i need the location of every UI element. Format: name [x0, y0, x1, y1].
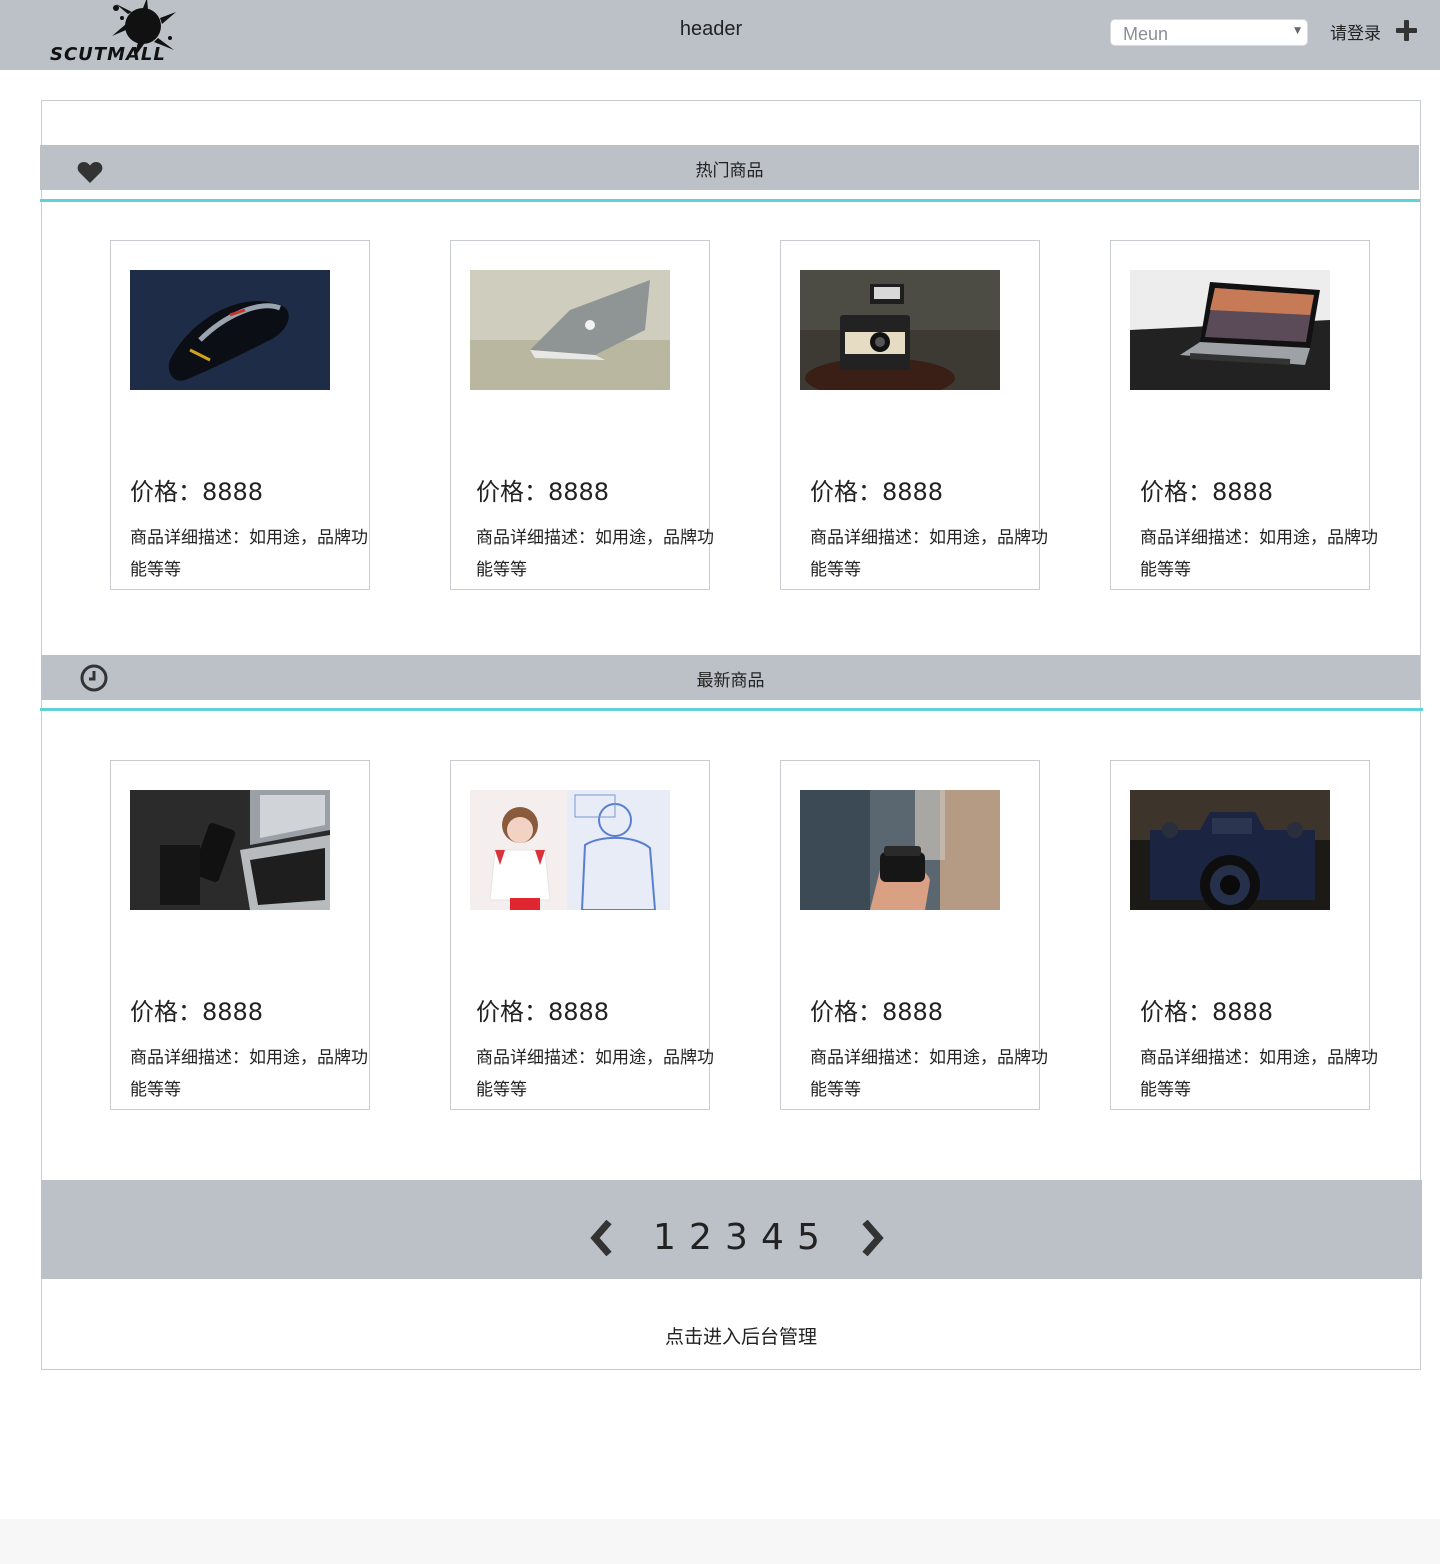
- product-image-mirrorless-camera[interactable]: [1130, 790, 1330, 910]
- product-image-laptop[interactable]: [470, 270, 670, 390]
- product-description: 商品详细描述：如用途，品牌功能等等: [810, 528, 1048, 580]
- chevron-left-icon[interactable]: [589, 1220, 615, 1256]
- product-price: 价格：8888: [810, 998, 944, 1026]
- product-description: 商品详细描述：如用途，品牌功能等等: [1140, 528, 1378, 580]
- new-section-header: 最新商品: [41, 655, 1420, 700]
- product-image-camera-lens[interactable]: [800, 790, 1000, 910]
- page-2-link[interactable]: 2: [689, 1217, 712, 1258]
- top-header-bar: SCUTMALL header Meun ▼ 请登录: [0, 0, 1440, 70]
- new-section-divider: [40, 708, 1423, 711]
- hot-section-title: 热门商品: [695, 161, 764, 181]
- product-price: 价格：8888: [810, 478, 944, 506]
- page-4-link[interactable]: 4: [761, 1217, 784, 1258]
- product-description: 商品详细描述：如用途，品牌功能等等: [476, 528, 714, 580]
- product-description: 商品详细描述：如用途，品牌功能等等: [130, 528, 368, 580]
- product-image-illustration[interactable]: [470, 790, 670, 910]
- product-price: 价格：8888: [476, 478, 610, 506]
- product-card[interactable]: 价格：8888 商品详细描述：如用途，品牌功能等等: [110, 240, 370, 590]
- product-image-laptop-on-table[interactable]: [1130, 270, 1330, 390]
- product-description: 商品详细描述：如用途，品牌功能等等: [476, 1048, 714, 1100]
- hot-section-divider: [40, 199, 1420, 202]
- product-card[interactable]: 价格：8888 商品详细描述：如用途，品牌功能等等: [450, 760, 714, 1110]
- product-description: 商品详细描述：如用途，品牌功能等等: [130, 1048, 368, 1100]
- page-footer: [0, 1519, 1440, 1564]
- login-link[interactable]: 请登录: [1330, 19, 1381, 44]
- product-image-instant-camera[interactable]: [800, 270, 1000, 390]
- admin-entry-link[interactable]: 点击进入后台管理: [41, 1322, 1440, 1349]
- product-card[interactable]: 价格：8888 商品详细描述：如用途，品牌功能等等: [780, 760, 1048, 1110]
- chevron-right-icon[interactable]: [859, 1220, 885, 1256]
- hot-section-header: 热门商品: [40, 145, 1419, 190]
- product-card[interactable]: 价格：8888 商品详细描述：如用途，品牌功能等等: [110, 760, 370, 1110]
- product-price: 价格：8888: [130, 998, 264, 1026]
- product-price: 价格：8888: [130, 478, 264, 506]
- logo-text: SCUTMALL: [50, 44, 166, 65]
- product-card[interactable]: 价格：8888 商品详细描述：如用途，品牌功能等等: [1110, 240, 1378, 590]
- product-price: 价格：8888: [1140, 998, 1274, 1026]
- menu-select[interactable]: Meun ▼: [1110, 19, 1308, 46]
- pagination-bar: 1 2 3 4 5: [41, 1180, 1422, 1279]
- new-section-title: 最新商品: [696, 671, 765, 691]
- product-card[interactable]: 价格：8888 商品详细描述：如用途，品牌功能等等: [1110, 760, 1378, 1110]
- product-image-phone-laptop[interactable]: [130, 790, 330, 910]
- product-price: 价格：8888: [476, 998, 610, 1026]
- page-5-link[interactable]: 5: [797, 1217, 820, 1258]
- chevron-down-icon: ▼: [1294, 26, 1301, 36]
- product-card[interactable]: 价格：8888 商品详细描述：如用途，品牌功能等等: [450, 240, 714, 590]
- product-description: 商品详细描述：如用途，品牌功能等等: [810, 1048, 1048, 1100]
- plus-icon[interactable]: [1396, 20, 1418, 42]
- page-3-link[interactable]: 3: [725, 1217, 748, 1258]
- page-1-link[interactable]: 1: [653, 1217, 676, 1258]
- product-description: 商品详细描述：如用途，品牌功能等等: [1140, 1048, 1378, 1100]
- menu-select-value: Meun: [1123, 24, 1169, 44]
- product-card[interactable]: 价格：8888 商品详细描述：如用途，品牌功能等等: [780, 240, 1048, 590]
- product-image-mouse[interactable]: [130, 270, 330, 390]
- product-price: 价格：8888: [1140, 478, 1274, 506]
